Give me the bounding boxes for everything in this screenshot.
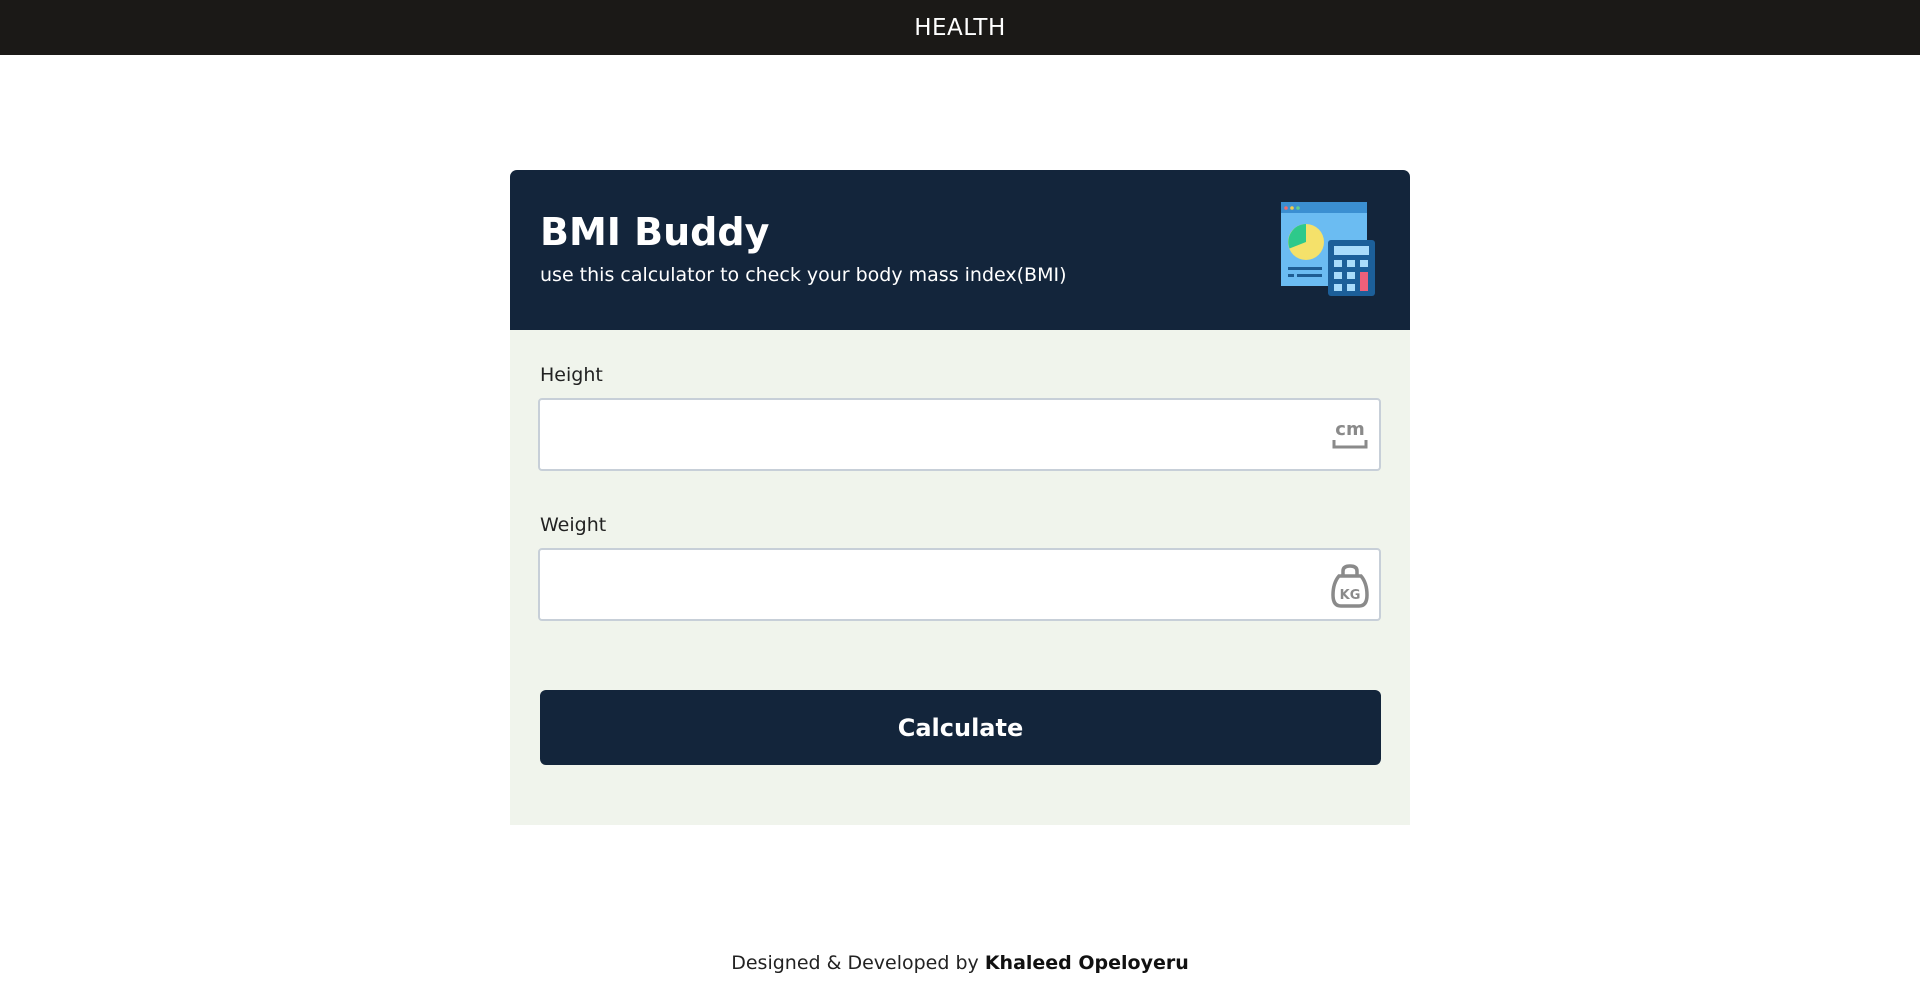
weight-input[interactable] [540, 550, 1320, 619]
footer: Designed & Developed by Khaleed Opeloyer… [0, 952, 1920, 974]
bmi-card: BMI Buddy use this calculator to check y… [510, 170, 1410, 825]
height-field[interactable]: cm [538, 398, 1381, 471]
calculate-button[interactable]: Calculate [540, 690, 1381, 765]
calculator-chart-illustration-icon [1281, 202, 1375, 296]
weight-label: Weight [540, 514, 607, 536]
weight-field[interactable]: KG [538, 548, 1381, 621]
cm-unit-text: cm [1335, 419, 1364, 440]
height-label: Height [540, 364, 603, 386]
footer-credit-prefix: Designed & Developed by [731, 952, 979, 974]
kg-unit-text: KG [1340, 588, 1361, 603]
top-navbar: HEALTH [0, 0, 1920, 55]
card-header: BMI Buddy use this calculator to check y… [510, 170, 1410, 330]
card-title: BMI Buddy [540, 210, 770, 254]
footer-author: Khaleed Opeloyeru [984, 952, 1189, 974]
height-input[interactable] [540, 400, 1320, 469]
site-title: HEALTH [914, 14, 1006, 41]
cm-ruler-icon: cm [1332, 419, 1368, 449]
kg-weight-icon: KG [1331, 564, 1369, 608]
card-subtitle: use this calculator to check your body m… [540, 264, 1067, 286]
